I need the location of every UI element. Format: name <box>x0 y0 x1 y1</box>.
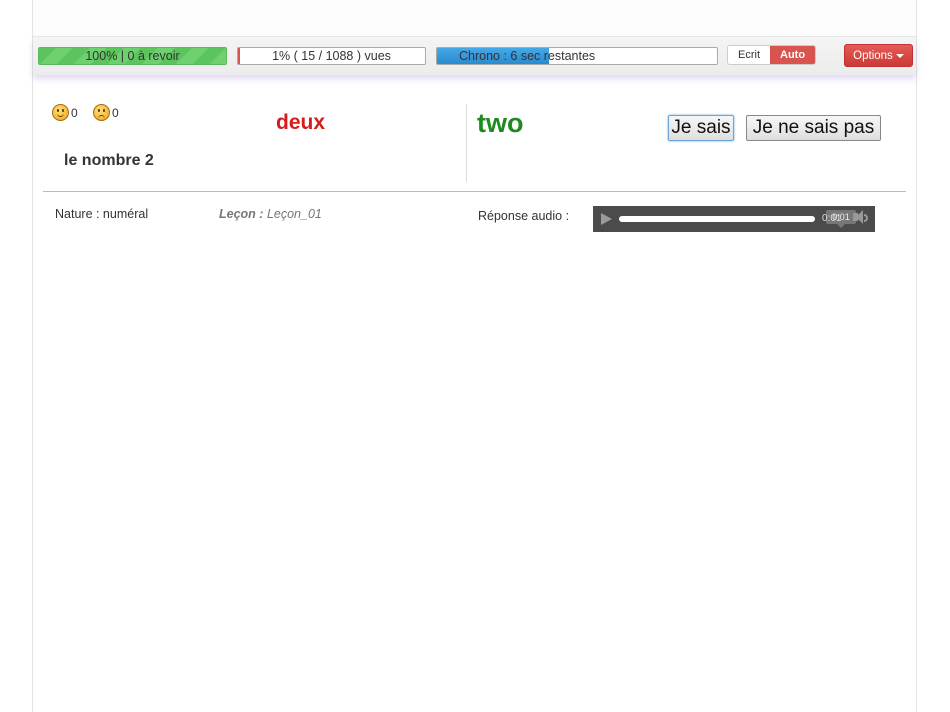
section-divider <box>43 191 906 192</box>
french-word: deux <box>276 111 326 134</box>
audio-seek-bar[interactable]: 0:01 <box>619 210 856 228</box>
know-button[interactable]: Je sais <box>668 115 734 141</box>
audio-current-time: 0:01 <box>822 213 842 224</box>
caret-down-icon <box>895 53 904 58</box>
audio-label: Réponse audio : <box>478 209 570 223</box>
review-progress-bar: 100% | 0 à revoir <box>38 47 227 65</box>
mode-auto-button[interactable]: Auto <box>770 46 816 64</box>
app-frame: 100% | 0 à revoir 1% ( 15 / 1088 ) vues … <box>32 0 917 712</box>
options-label: Options <box>853 50 893 62</box>
views-progress-text: 1% ( 15 / 1088 ) vues <box>272 49 391 63</box>
happy-count: 0 <box>71 106 78 120</box>
lesson-value: Leçon_01 <box>266 207 322 221</box>
volume-icon[interactable] <box>853 210 863 224</box>
lesson-info: Leçon : Leçon_01 <box>219 207 322 221</box>
dont-know-button[interactable]: Je ne sais pas <box>746 115 881 141</box>
sad-face-icon <box>93 104 110 121</box>
sad-count: 0 <box>112 106 119 120</box>
lesson-label: Leçon : <box>219 207 264 221</box>
mode-toggle[interactable]: Ecrit Auto <box>727 45 817 65</box>
happy-face-icon <box>52 104 69 121</box>
top-header <box>33 0 916 37</box>
mode-ecrit-button[interactable]: Ecrit <box>728 46 770 64</box>
views-progress-bar: 1% ( 15 / 1088 ) vues <box>237 47 426 65</box>
nature-info: Nature : numéral <box>55 207 149 221</box>
audio-player: 0:01 0:01 <box>593 206 875 232</box>
timer-progress-text: Chrono : 6 sec restantes <box>459 49 596 63</box>
volume-wave-icon <box>864 214 868 222</box>
word-description: le nombre 2 <box>64 152 154 169</box>
play-icon[interactable] <box>601 213 612 225</box>
timer-progress-bar: Chrono : 6 sec restantes <box>436 47 718 65</box>
progress-toolbar: 100% | 0 à revoir 1% ( 15 / 1088 ) vues … <box>33 37 916 75</box>
english-word: two <box>477 108 524 138</box>
card-divider <box>466 104 467 182</box>
review-progress-text: 100% | 0 à revoir <box>85 49 180 63</box>
options-button[interactable]: Options <box>844 44 913 67</box>
